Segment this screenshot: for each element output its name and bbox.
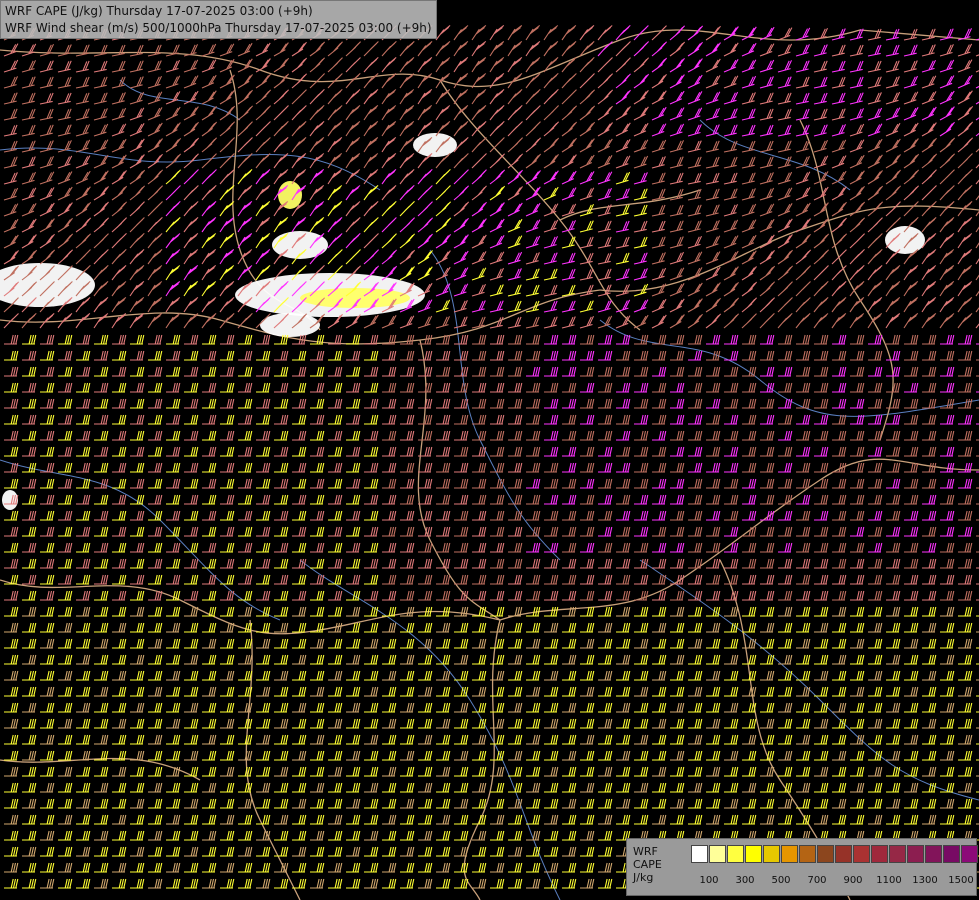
legend-swatch <box>799 845 816 863</box>
cape-title: WRF CAPE (J/kg) Thursday 17-07-2025 03:0… <box>5 4 313 18</box>
legend-swatch <box>925 845 942 863</box>
map-title-box: WRF CAPE (J/kg) Thursday 17-07-2025 03:0… <box>0 0 437 39</box>
cape-area <box>2 490 18 510</box>
legend-swatch <box>961 845 978 863</box>
legend-swatch <box>691 845 708 863</box>
legend-swatch <box>817 845 834 863</box>
legend-swatch <box>871 845 888 863</box>
legend-tick: 500 <box>771 875 791 886</box>
wind-shear-title: WRF Wind shear (m/s) 500/1000hPa Thursda… <box>5 21 432 35</box>
legend-swatch <box>709 845 726 863</box>
legend-color-scale <box>691 845 979 863</box>
cape-area <box>413 133 457 157</box>
legend-tick: 1500 <box>948 875 974 886</box>
legend-label-unit: J/kg <box>633 871 654 884</box>
legend-swatch <box>745 845 762 863</box>
legend-label-model: WRF <box>633 845 658 858</box>
map-background <box>0 0 979 900</box>
legend-swatch <box>727 845 744 863</box>
legend-swatch <box>763 845 780 863</box>
legend-swatch <box>943 845 960 863</box>
legend-tick: 1300 <box>912 875 938 886</box>
cape-area <box>260 313 320 337</box>
legend-swatch <box>889 845 906 863</box>
legend-tick-labels: 100 300 500 700 900 1100 1300 1500 <box>691 875 974 889</box>
legend-label: WRF CAPE J/kg <box>633 845 662 884</box>
cape-legend: WRF CAPE J/kg 100 300 500 700 900 1100 1300 150… <box>626 838 979 896</box>
legend-label-variable: CAPE <box>633 858 662 871</box>
legend-swatch <box>835 845 852 863</box>
legend-tick: 700 <box>807 875 827 886</box>
cape-area <box>278 181 302 209</box>
legend-tick: 900 <box>843 875 863 886</box>
legend-swatch <box>853 845 870 863</box>
legend-tick: 100 <box>699 875 719 886</box>
legend-swatch <box>907 845 924 863</box>
weather-map <box>0 0 979 900</box>
legend-tick: 1100 <box>876 875 902 886</box>
legend-tick: 300 <box>735 875 755 886</box>
legend-swatch <box>781 845 798 863</box>
